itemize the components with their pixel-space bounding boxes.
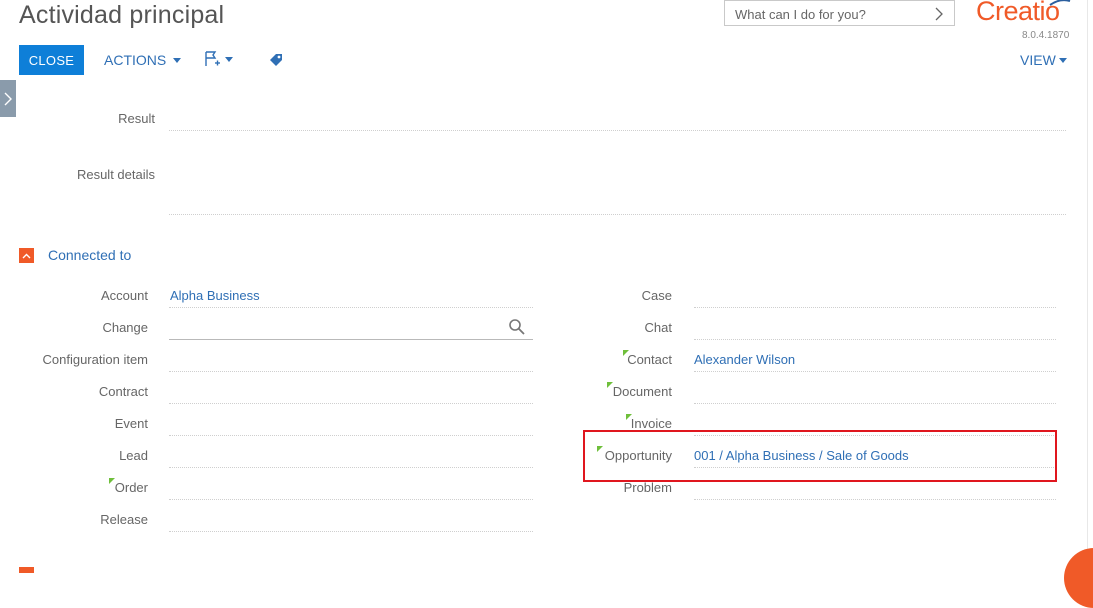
- configuration-item-field[interactable]: [169, 371, 533, 372]
- lead-field[interactable]: [169, 467, 533, 468]
- scrollbar-track[interactable]: [1087, 0, 1088, 570]
- search-placeholder: What can I do for you?: [735, 7, 866, 22]
- view-button[interactable]: VIEW: [1020, 52, 1067, 68]
- caret-down-icon: [225, 56, 233, 62]
- side-panel-toggle[interactable]: [0, 80, 16, 117]
- actions-label: ACTIONS: [104, 52, 167, 68]
- chevron-right-icon[interactable]: [933, 7, 945, 21]
- chat-fab-button[interactable]: [1064, 548, 1093, 608]
- account-label: Account: [101, 288, 148, 303]
- result-field[interactable]: [169, 130, 1066, 131]
- result-details-field[interactable]: [169, 214, 1066, 215]
- document-label: Document: [612, 384, 672, 399]
- event-label: Event: [114, 416, 148, 431]
- close-button[interactable]: CLOSE: [19, 45, 84, 75]
- flag-plus-icon: [205, 51, 220, 66]
- page-title: Actividad principal: [19, 1, 225, 29]
- result-label: Result: [118, 111, 155, 126]
- actions-button[interactable]: ACTIONS: [104, 52, 182, 68]
- case-field[interactable]: [694, 307, 1056, 308]
- logo-swoosh-icon: [1049, 0, 1071, 6]
- event-field[interactable]: [169, 435, 533, 436]
- contract-field[interactable]: [169, 403, 533, 404]
- change-label: Change: [102, 320, 148, 335]
- logo: Creatio: [976, 0, 1060, 26]
- problem-field[interactable]: [694, 499, 1056, 500]
- document-field[interactable]: [694, 403, 1056, 404]
- configuration-item-label: Configuration item: [42, 352, 149, 367]
- order-field[interactable]: [169, 499, 533, 500]
- result-details-label: Result details: [76, 167, 155, 182]
- chat-field[interactable]: [694, 339, 1056, 340]
- flag-plus-button[interactable]: [204, 50, 233, 68]
- search-icon[interactable]: [508, 318, 526, 336]
- section-title-connected-to[interactable]: Connected to: [48, 247, 131, 263]
- version-label: 8.0.4.1870: [1022, 30, 1070, 41]
- section-collapse-toggle[interactable]: [19, 248, 34, 263]
- contract-label: Contract: [98, 384, 148, 399]
- account-field[interactable]: [169, 307, 533, 308]
- opportunity-highlight-box: [583, 430, 1057, 482]
- tag-icon: [270, 54, 282, 66]
- release-field[interactable]: [169, 531, 533, 532]
- chevron-right-icon: [4, 92, 12, 105]
- command-search-input[interactable]: What can I do for you?: [724, 0, 955, 26]
- contact-label: Contact: [627, 352, 672, 367]
- contact-value-link[interactable]: Alexander Wilson: [694, 352, 795, 367]
- view-label: VIEW: [1020, 52, 1056, 68]
- problem-label: Problem: [623, 480, 672, 495]
- order-label: Order: [114, 480, 148, 495]
- case-label: Case: [641, 288, 672, 303]
- change-field[interactable]: [169, 339, 533, 340]
- lead-label: Lead: [119, 448, 148, 463]
- release-label: Release: [100, 512, 148, 527]
- invoice-label: Invoice: [630, 416, 672, 431]
- chat-label: Chat: [644, 320, 672, 335]
- contact-field[interactable]: [694, 371, 1056, 372]
- next-section-toggle[interactable]: [19, 567, 34, 573]
- account-value-link[interactable]: Alpha Business: [170, 288, 260, 303]
- caret-down-icon: [173, 57, 182, 63]
- chevron-up-icon: [22, 253, 31, 258]
- tag-button[interactable]: [268, 52, 284, 73]
- caret-down-icon: [1058, 57, 1067, 63]
